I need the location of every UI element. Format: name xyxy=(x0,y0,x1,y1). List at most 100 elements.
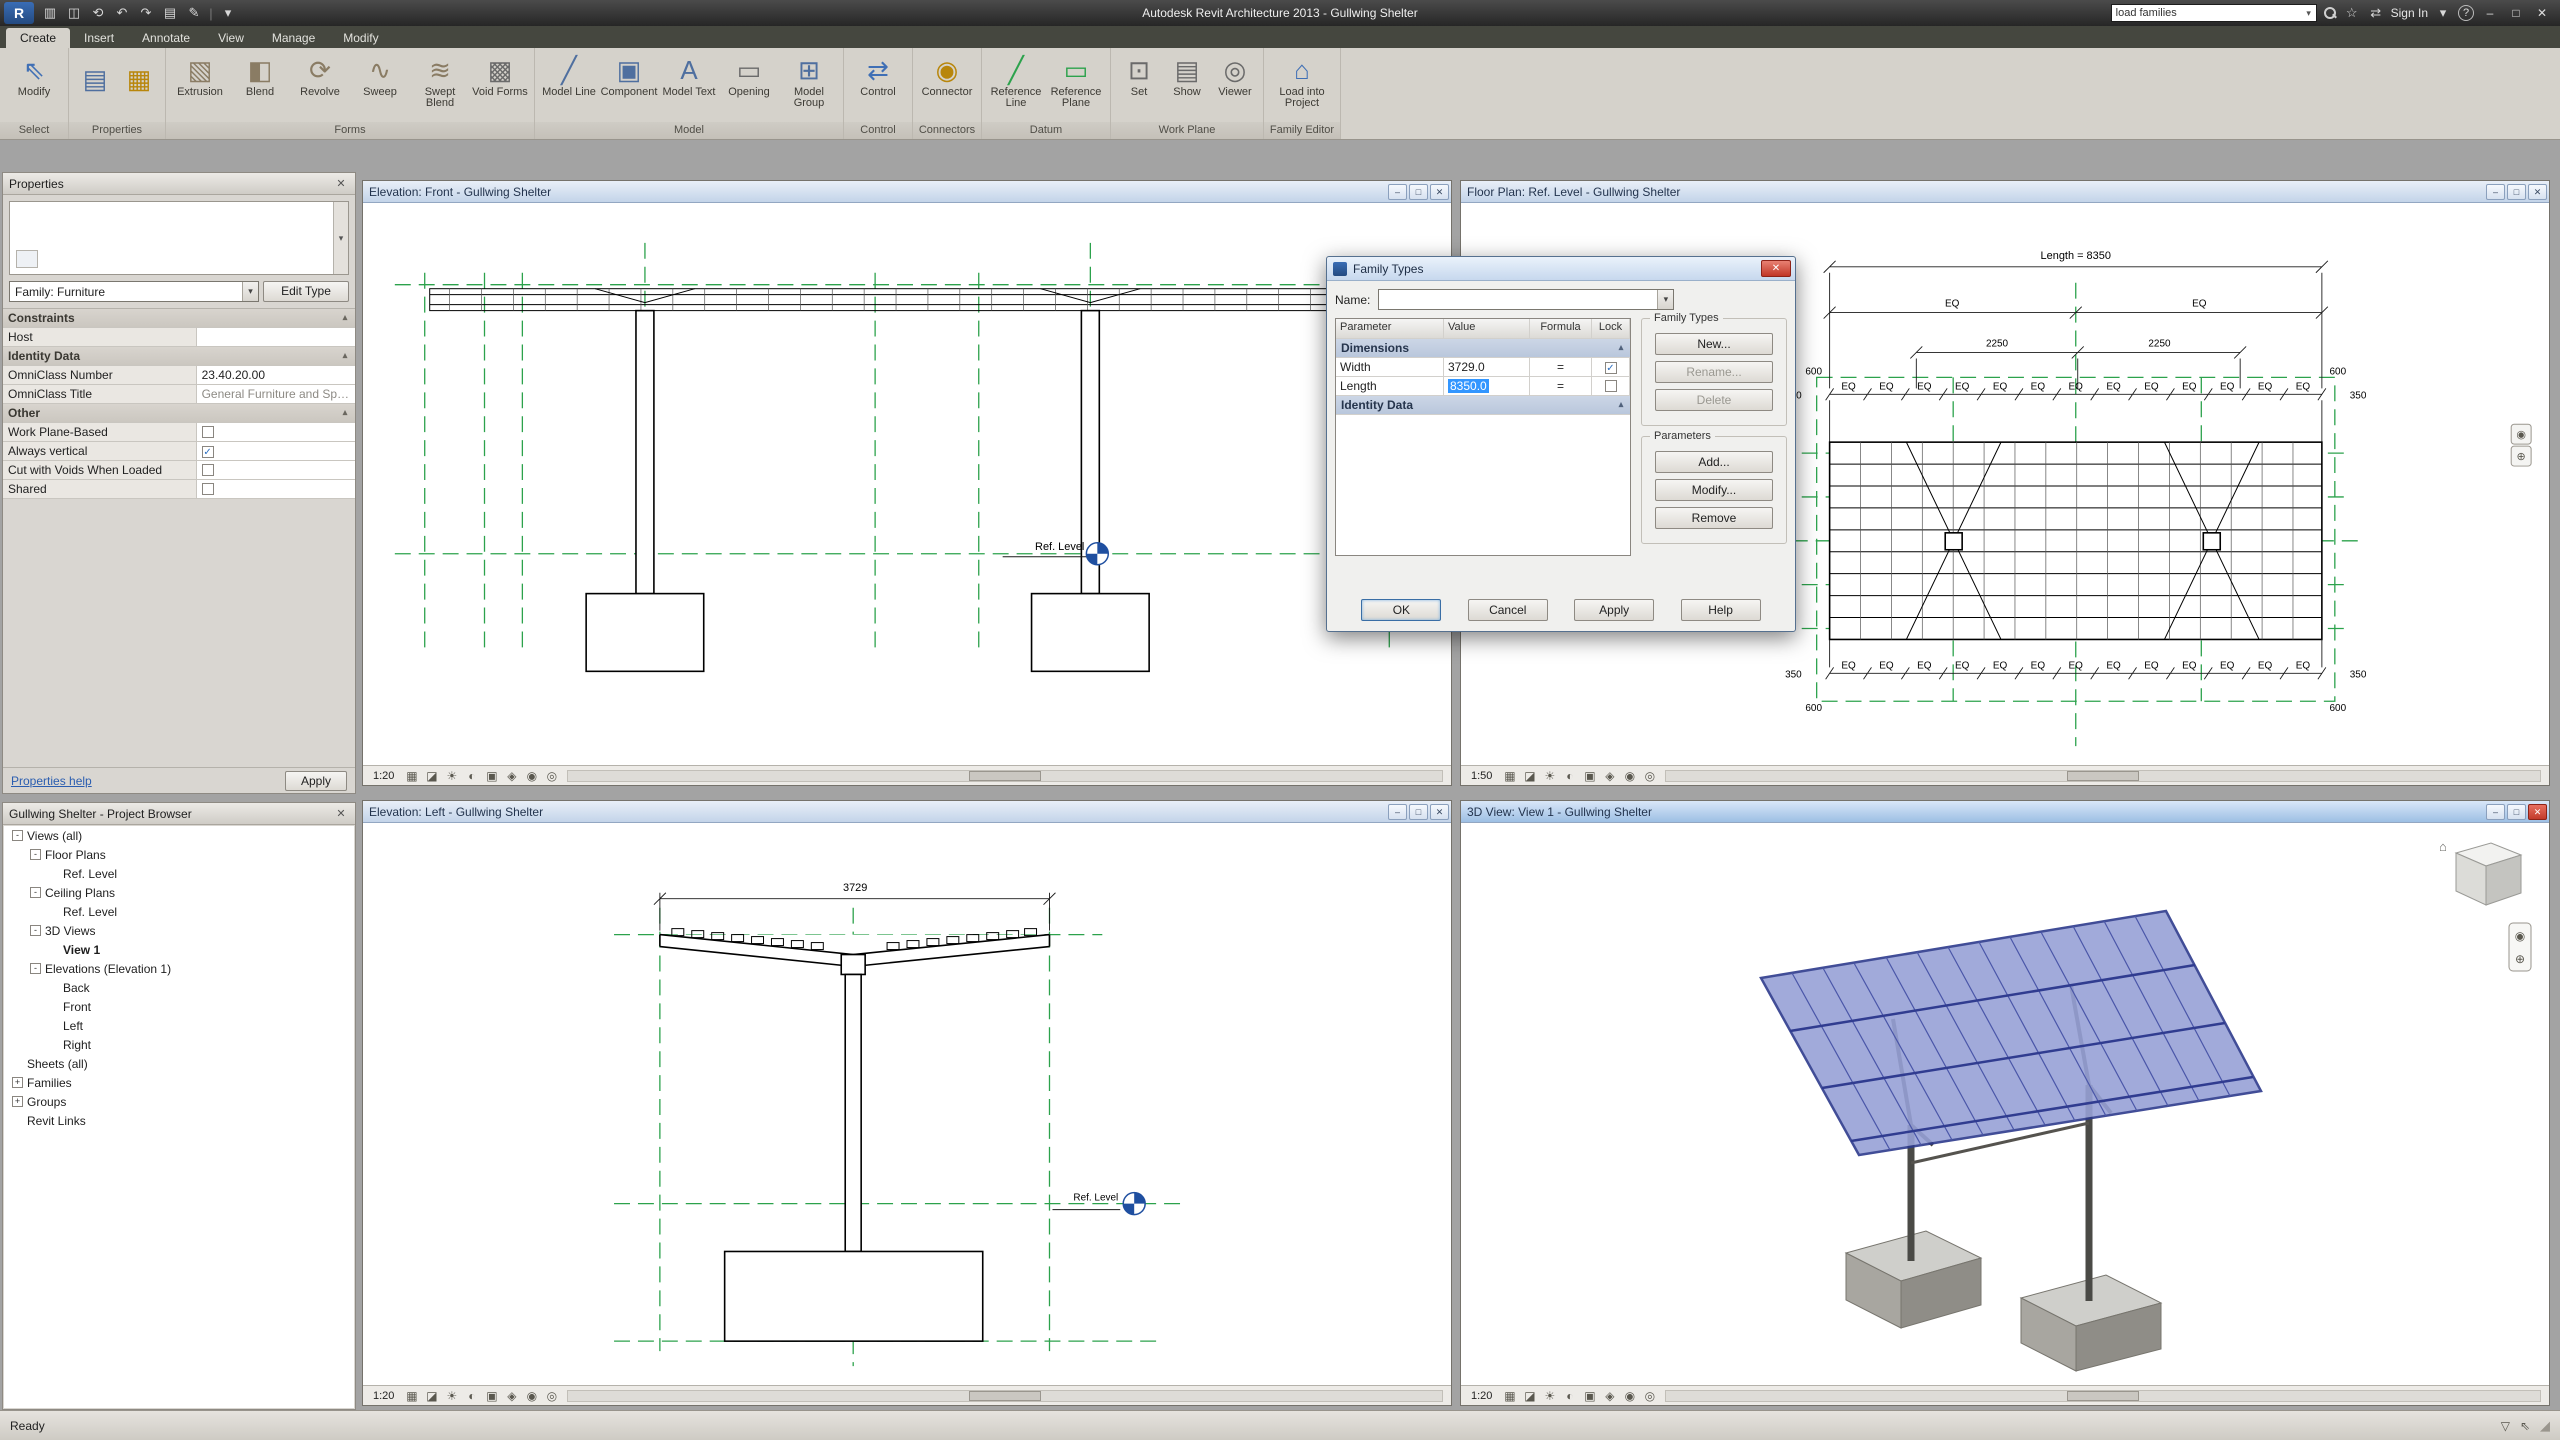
param-row-length[interactable]: Length 8350.0 = xyxy=(1336,377,1630,396)
drawing-area-3d[interactable]: ⌂ ◉ ⊕ xyxy=(1461,823,2549,1385)
group-identity-data[interactable]: Identity Data ▴ xyxy=(3,347,355,366)
detail-level-icon[interactable]: ▦ xyxy=(1501,1389,1518,1403)
visual-style-icon[interactable]: ◪ xyxy=(423,769,440,783)
expand-box-icon[interactable]: + xyxy=(12,1077,23,1088)
component-button[interactable]: ▣ Component xyxy=(600,51,658,100)
cut-with-voids-checkbox[interactable] xyxy=(202,464,214,476)
scale-button[interactable]: 1:20 xyxy=(367,769,400,783)
revolve-button[interactable]: ⟳ Revolve xyxy=(291,51,349,100)
temporary-hide-icon[interactable]: ◉ xyxy=(523,769,540,783)
dialog-apply-button[interactable]: Apply xyxy=(1574,599,1654,621)
always-vertical-checkbox[interactable]: ✓ xyxy=(202,446,214,458)
tree-item-revit-links[interactable]: Revit Links xyxy=(4,1111,354,1130)
family-types-dialog[interactable]: Family Types ✕ Name: ▾ Parameter Value F… xyxy=(1326,256,1796,632)
set-work-plane-button[interactable]: ⊡ Set xyxy=(1116,51,1162,100)
group-row-identity-data[interactable]: Identity Data ▴ xyxy=(1336,396,1630,415)
shadows-icon[interactable]: ◐ xyxy=(463,1389,480,1403)
load-into-project-button[interactable]: ⌂ Load into Project xyxy=(1269,51,1335,111)
collapse-icon[interactable]: ▴ xyxy=(335,309,355,327)
tree-item-floor-plans[interactable]: - Floor Plans xyxy=(4,845,354,864)
viewport-close-icon[interactable]: ✕ xyxy=(2528,184,2547,200)
expand-box-icon[interactable]: + xyxy=(12,1096,23,1107)
model-text-button[interactable]: A Model Text xyxy=(660,51,718,100)
swept-blend-button[interactable]: ≋ Swept Blend xyxy=(411,51,469,111)
window-minimize-icon[interactable]: – xyxy=(2480,6,2500,20)
navigation-bar[interactable]: ◉ ⊕ xyxy=(2511,424,2531,466)
type-name-combo[interactable]: ▾ xyxy=(1378,289,1674,310)
scale-button[interactable]: 1:20 xyxy=(1465,1389,1498,1403)
rename-type-button[interactable]: Rename... xyxy=(1655,361,1773,383)
reveal-hidden-icon[interactable]: ◎ xyxy=(1641,769,1658,783)
viewcube-home-icon[interactable]: ⌂ xyxy=(2439,839,2447,854)
type-selector[interactable]: Family: Furniture ▾ xyxy=(9,281,259,302)
work-plane-based-checkbox[interactable] xyxy=(202,426,214,438)
tab-insert[interactable]: Insert xyxy=(70,28,128,48)
dim-2250[interactable]: 2250 xyxy=(2148,338,2171,349)
scrollbar-thumb[interactable] xyxy=(969,771,1041,781)
tree-item-front[interactable]: Front xyxy=(4,997,354,1016)
void-forms-button[interactable]: ▩ Void Forms xyxy=(471,51,529,100)
cancel-button[interactable]: Cancel xyxy=(1468,599,1548,621)
detail-level-icon[interactable]: ▦ xyxy=(403,769,420,783)
viewport-titlebar[interactable]: 3D View: View 1 - Gullwing Shelter – □ ✕ xyxy=(1461,801,2549,823)
viewport-restore-icon[interactable]: □ xyxy=(1409,804,1428,820)
scale-button[interactable]: 1:50 xyxy=(1465,769,1498,783)
shadows-icon[interactable]: ◐ xyxy=(1561,1389,1578,1403)
tree-item-views-all[interactable]: - Views (all) xyxy=(4,826,354,845)
sun-path-icon[interactable]: ☀ xyxy=(1541,1389,1558,1403)
property-row-omniclass-title[interactable]: OmniClass Title General Furniture and Sp… xyxy=(3,385,355,404)
drawing-area-left-elevation[interactable]: 3729 Ref. Level xyxy=(363,823,1451,1385)
param-row-width[interactable]: Width 3729.0 = ✓ xyxy=(1336,358,1630,377)
collapse-icon[interactable]: ▴ xyxy=(1612,339,1630,357)
tab-modify[interactable]: Modify xyxy=(329,28,392,48)
extrusion-button[interactable]: ▧ Extrusion xyxy=(171,51,229,100)
properties-palette-button[interactable]: ▤ xyxy=(74,51,116,107)
crop-view-icon[interactable]: ▣ xyxy=(483,1389,500,1403)
front-elevation-drawing[interactable]: Ref. Level xyxy=(363,203,1451,765)
ok-button[interactable]: OK xyxy=(1361,599,1441,621)
detail-level-icon[interactable]: ▦ xyxy=(403,1389,420,1403)
property-row-shared[interactable]: Shared xyxy=(3,480,355,499)
apply-button[interactable]: Apply xyxy=(285,771,347,791)
sign-in-button[interactable]: Sign In xyxy=(2391,6,2428,20)
properties-help-link[interactable]: Properties help xyxy=(11,774,92,788)
group-row-dimensions[interactable]: Dimensions ▴ xyxy=(1336,339,1630,358)
remove-parameter-button[interactable]: Remove xyxy=(1655,507,1773,529)
ref-level-label[interactable]: Ref. Level xyxy=(1035,541,1084,553)
modify-pencil-icon[interactable]: ✎ xyxy=(184,5,204,21)
reveal-hidden-icon[interactable]: ◎ xyxy=(543,769,560,783)
temporary-hide-icon[interactable]: ◉ xyxy=(1621,769,1638,783)
edit-type-button[interactable]: Edit Type xyxy=(263,281,349,302)
horizontal-scrollbar[interactable] xyxy=(567,770,1443,782)
dim-2250[interactable]: 2250 xyxy=(1986,338,2009,349)
horizontal-scrollbar[interactable] xyxy=(567,1390,1443,1402)
control-button[interactable]: ⇄ Control xyxy=(849,51,907,100)
sun-path-icon[interactable]: ☀ xyxy=(443,769,460,783)
length-lock-checkbox[interactable] xyxy=(1605,380,1617,392)
property-row-work-plane-based[interactable]: Work Plane-Based xyxy=(3,423,355,442)
sun-path-icon[interactable]: ☀ xyxy=(443,1389,460,1403)
tab-manage[interactable]: Manage xyxy=(258,28,329,48)
viewport-titlebar[interactable]: Floor Plan: Ref. Level - Gullwing Shelte… xyxy=(1461,181,2549,203)
crop-region-visible-icon[interactable]: ◈ xyxy=(1601,769,1618,783)
open-icon[interactable]: ▥ xyxy=(40,5,60,21)
eq-label[interactable]: EQ xyxy=(1945,299,1960,310)
window-close-icon[interactable]: ✕ xyxy=(2532,6,2552,20)
viewport-elevation-left[interactable]: Elevation: Left - Gullwing Shelter – □ ✕… xyxy=(362,800,1452,1406)
properties-close-icon[interactable]: ✕ xyxy=(333,177,349,190)
viewport-restore-icon[interactable]: □ xyxy=(2507,804,2526,820)
scrollbar-thumb[interactable] xyxy=(2067,771,2139,781)
ref-level-label[interactable]: Ref. Level xyxy=(1073,1193,1118,1204)
reveal-hidden-icon[interactable]: ◎ xyxy=(543,1389,560,1403)
viewport-restore-icon[interactable]: □ xyxy=(1409,184,1428,200)
viewport-minimize-icon[interactable]: – xyxy=(2486,804,2505,820)
revit-logo-icon[interactable]: R xyxy=(4,2,34,24)
show-work-plane-button[interactable]: ▤ Show xyxy=(1164,51,1210,100)
tree-item-back[interactable]: Back xyxy=(4,978,354,997)
tree-item-left[interactable]: Left xyxy=(4,1016,354,1035)
connector-button[interactable]: ◉ Connector xyxy=(918,51,976,100)
viewport-close-icon[interactable]: ✕ xyxy=(1430,184,1449,200)
tree-item-ceiling-plans[interactable]: - Ceiling Plans xyxy=(4,883,354,902)
visual-style-icon[interactable]: ◪ xyxy=(1521,769,1538,783)
group-other[interactable]: Other ▴ xyxy=(3,404,355,423)
